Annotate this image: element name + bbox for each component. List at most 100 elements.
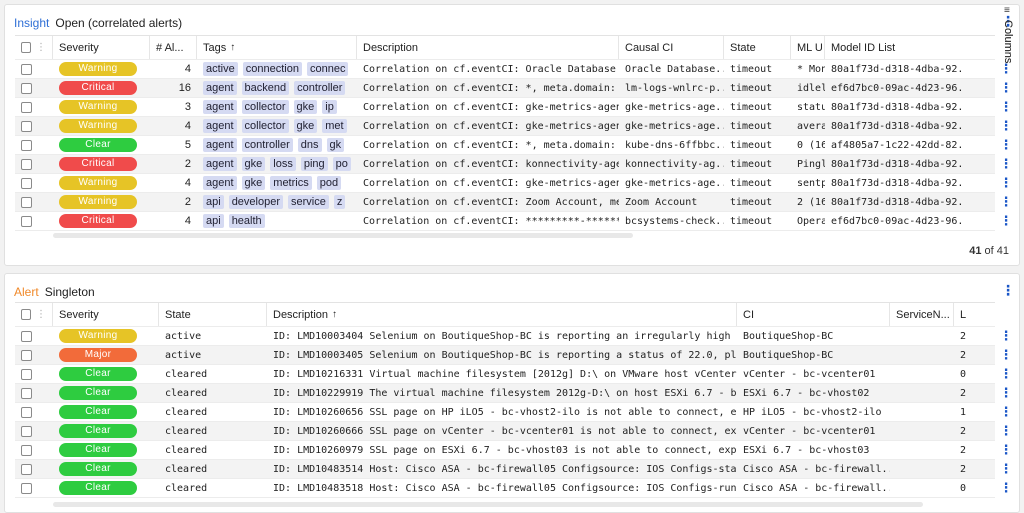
header-state[interactable]: State — [724, 36, 791, 59]
insight-row-checkbox[interactable] — [21, 177, 32, 189]
alert-row-checkbox[interactable] — [21, 387, 32, 399]
severity-badge: Warning — [59, 100, 137, 114]
state-cell: timeout — [730, 120, 773, 132]
alert-row-kebab-icon[interactable]: ⋮ — [999, 423, 1013, 439]
alert-row-kebab-icon[interactable]: ⋮ — [999, 442, 1013, 458]
insight-table-row[interactable]: Warning 3 agent collector gke ip Correlation o… — [15, 98, 1013, 117]
alert-kind-label: Alert — [14, 285, 39, 299]
header-causal-ci[interactable]: Causal CI — [619, 36, 724, 59]
ci-cell: vCenter - bc-vcenter01 — [743, 425, 876, 437]
insight-grid: ⋮ Severity # Al... Tags ↑ Description Cau… — [15, 35, 1013, 239]
alert-column-menu-icon[interactable]: ⋮ — [36, 309, 46, 320]
insight-row-checkbox[interactable] — [21, 196, 32, 208]
insight-row-kebab-icon[interactable]: ⋮ — [999, 156, 1013, 172]
alert-row-checkbox[interactable] — [21, 406, 32, 418]
alert-header-ci[interactable]: CI — [737, 303, 890, 326]
alert-row-checkbox[interactable] — [21, 444, 32, 456]
alert-table-row[interactable]: Clear cleared ID: LMD10260979 SSL page on … — [15, 441, 1013, 460]
ml-cell: 0 (16 — [797, 139, 825, 151]
alert-header-description[interactable]: Description ↑ — [267, 303, 737, 326]
alert-table-row[interactable]: Clear cleared ID: LMD10483518 Host: Cisco … — [15, 479, 1013, 498]
causal-ci-cell: konnectivity-ag... — [625, 158, 724, 170]
alert-row-kebab-icon[interactable]: ⋮ — [999, 461, 1013, 477]
insight-row-kebab-icon[interactable]: ⋮ — [999, 137, 1013, 153]
insight-table-row[interactable]: Warning 4 agent collector gke met Correlation … — [15, 117, 1013, 136]
alert-row-kebab-icon[interactable]: ⋮ — [999, 480, 1013, 496]
tag-chip: gke — [241, 157, 266, 171]
insight-horizontal-scrollbar[interactable] — [53, 233, 633, 238]
insight-table-row[interactable]: Clear 5 agent controller dns gk Correlation on… — [15, 136, 1013, 155]
insight-row-checkbox[interactable] — [21, 120, 32, 132]
alert-row-kebab-icon[interactable]: ⋮ — [999, 404, 1013, 420]
insight-row-checkbox[interactable] — [21, 215, 32, 227]
alert-header-state[interactable]: State — [159, 303, 267, 326]
insight-row-checkbox[interactable] — [21, 82, 32, 94]
insight-row-checkbox[interactable] — [21, 139, 32, 151]
insight-row-kebab-icon[interactable]: ⋮ — [999, 99, 1013, 115]
alert-select-all-checkbox[interactable] — [21, 309, 31, 320]
alert-grid: ⋮ Severity State Description ↑ CI Service… — [15, 302, 1013, 507]
alert-header-severity[interactable]: Severity — [53, 303, 159, 326]
service-cell — [890, 460, 954, 478]
alert-row-checkbox[interactable] — [21, 368, 32, 380]
alert-row-checkbox[interactable] — [21, 349, 32, 361]
insight-row-checkbox[interactable] — [21, 158, 32, 170]
insight-row-checkbox[interactable] — [21, 63, 32, 75]
insight-row-kebab-icon[interactable]: ⋮ — [999, 194, 1013, 210]
insight-select-cell — [15, 193, 53, 211]
alert-header-row: ⋮ Severity State Description ↑ CI Service… — [15, 303, 995, 327]
alert-header-service[interactable]: ServiceN... — [890, 303, 954, 326]
insight-table-row[interactable]: Warning 4 active connection connec Correlatio… — [15, 60, 1013, 79]
insight-row-kebab-icon[interactable]: ⋮ — [999, 80, 1013, 96]
header-severity[interactable]: Severity — [53, 36, 150, 59]
alert-row-checkbox[interactable] — [21, 425, 32, 437]
header-description[interactable]: Description — [357, 36, 619, 59]
l-cell: 2 — [960, 463, 967, 475]
alert-table-row[interactable]: Clear cleared ID: LMD10229919 The virtual … — [15, 384, 1013, 403]
insight-table-row[interactable]: Critical 16 agent backend controller Correlat… — [15, 79, 1013, 98]
alert-menu-kebab-icon[interactable]: ⋮ — [1001, 283, 1015, 297]
service-cell — [890, 346, 954, 364]
alert-horizontal-scrollbar[interactable] — [53, 502, 923, 507]
alert-table-row[interactable]: Warning active ID: LMD10003404 Selenium on… — [15, 327, 1013, 346]
alert-row-kebab-icon[interactable]: ⋮ — [999, 328, 1013, 344]
description-cell: ID: LMD10260666 SSL page on vCenter - bc… — [273, 425, 737, 437]
tag-chip: met — [322, 119, 347, 133]
alert-table-row[interactable]: Clear cleared ID: LMD10483514 Host: Cisco … — [15, 460, 1013, 479]
header-alerts[interactable]: # Al... — [150, 36, 197, 59]
insight-row-kebab-icon[interactable]: ⋮ — [999, 175, 1013, 191]
select-all-checkbox[interactable] — [21, 42, 31, 53]
alert-row-kebab-icon[interactable]: ⋮ — [999, 366, 1013, 382]
causal-ci-cell: gke-metrics-age... — [625, 101, 724, 113]
insight-table-row[interactable]: Critical 4 api health Correlation on cf.even… — [15, 212, 1013, 231]
insight-table-row[interactable]: Warning 4 agent gke metrics pod Correlation on… — [15, 174, 1013, 193]
alert-header-l[interactable]: L — [954, 303, 974, 326]
model-id-cell: ef6d7bc0-09ac-4d23-96... — [831, 82, 965, 94]
alert-row-checkbox[interactable] — [21, 463, 32, 475]
severity-cell: Critical — [53, 155, 150, 173]
tag-chip: z — [333, 195, 346, 209]
alert-table-row[interactable]: Major active ID: LMD10003405 Selenium on B… — [15, 346, 1013, 365]
severity-badge: Clear — [59, 424, 137, 438]
alert-row-checkbox[interactable] — [21, 330, 32, 342]
column-menu-icon[interactable]: ⋮ — [36, 42, 46, 53]
alert-table-row[interactable]: Clear cleared ID: LMD10260666 SSL page on … — [15, 422, 1013, 441]
tag-chip: collector — [241, 119, 289, 133]
insight-table-row[interactable]: Critical 2 agent gke loss ping po Correlation o… — [15, 155, 1013, 174]
tag-chip: controller — [294, 81, 346, 95]
insight-row-kebab-icon[interactable]: ⋮ — [999, 118, 1013, 134]
alert-row-checkbox[interactable] — [21, 482, 32, 494]
alert-table-row[interactable]: Clear cleared ID: LMD10216331 Virtual mach… — [15, 365, 1013, 384]
alert-table-row[interactable]: Clear cleared ID: LMD10260656 SSL page on … — [15, 403, 1013, 422]
service-cell — [890, 327, 954, 345]
alert-row-kebab-icon[interactable]: ⋮ — [999, 385, 1013, 401]
insight-table-row[interactable]: Warning 2 api developer service z Correlation … — [15, 193, 1013, 212]
insight-row-kebab-icon[interactable]: ⋮ — [999, 213, 1013, 229]
insight-row-checkbox[interactable] — [21, 101, 32, 113]
header-model-id-list[interactable]: Model ID List — [825, 36, 965, 59]
header-ml[interactable]: ML U — [791, 36, 825, 59]
causal-ci-cell: gke-metrics-age... — [625, 177, 724, 189]
header-tags[interactable]: Tags ↑ — [197, 36, 357, 59]
alert-row-kebab-icon[interactable]: ⋮ — [999, 347, 1013, 363]
state-cell: timeout — [730, 63, 773, 75]
